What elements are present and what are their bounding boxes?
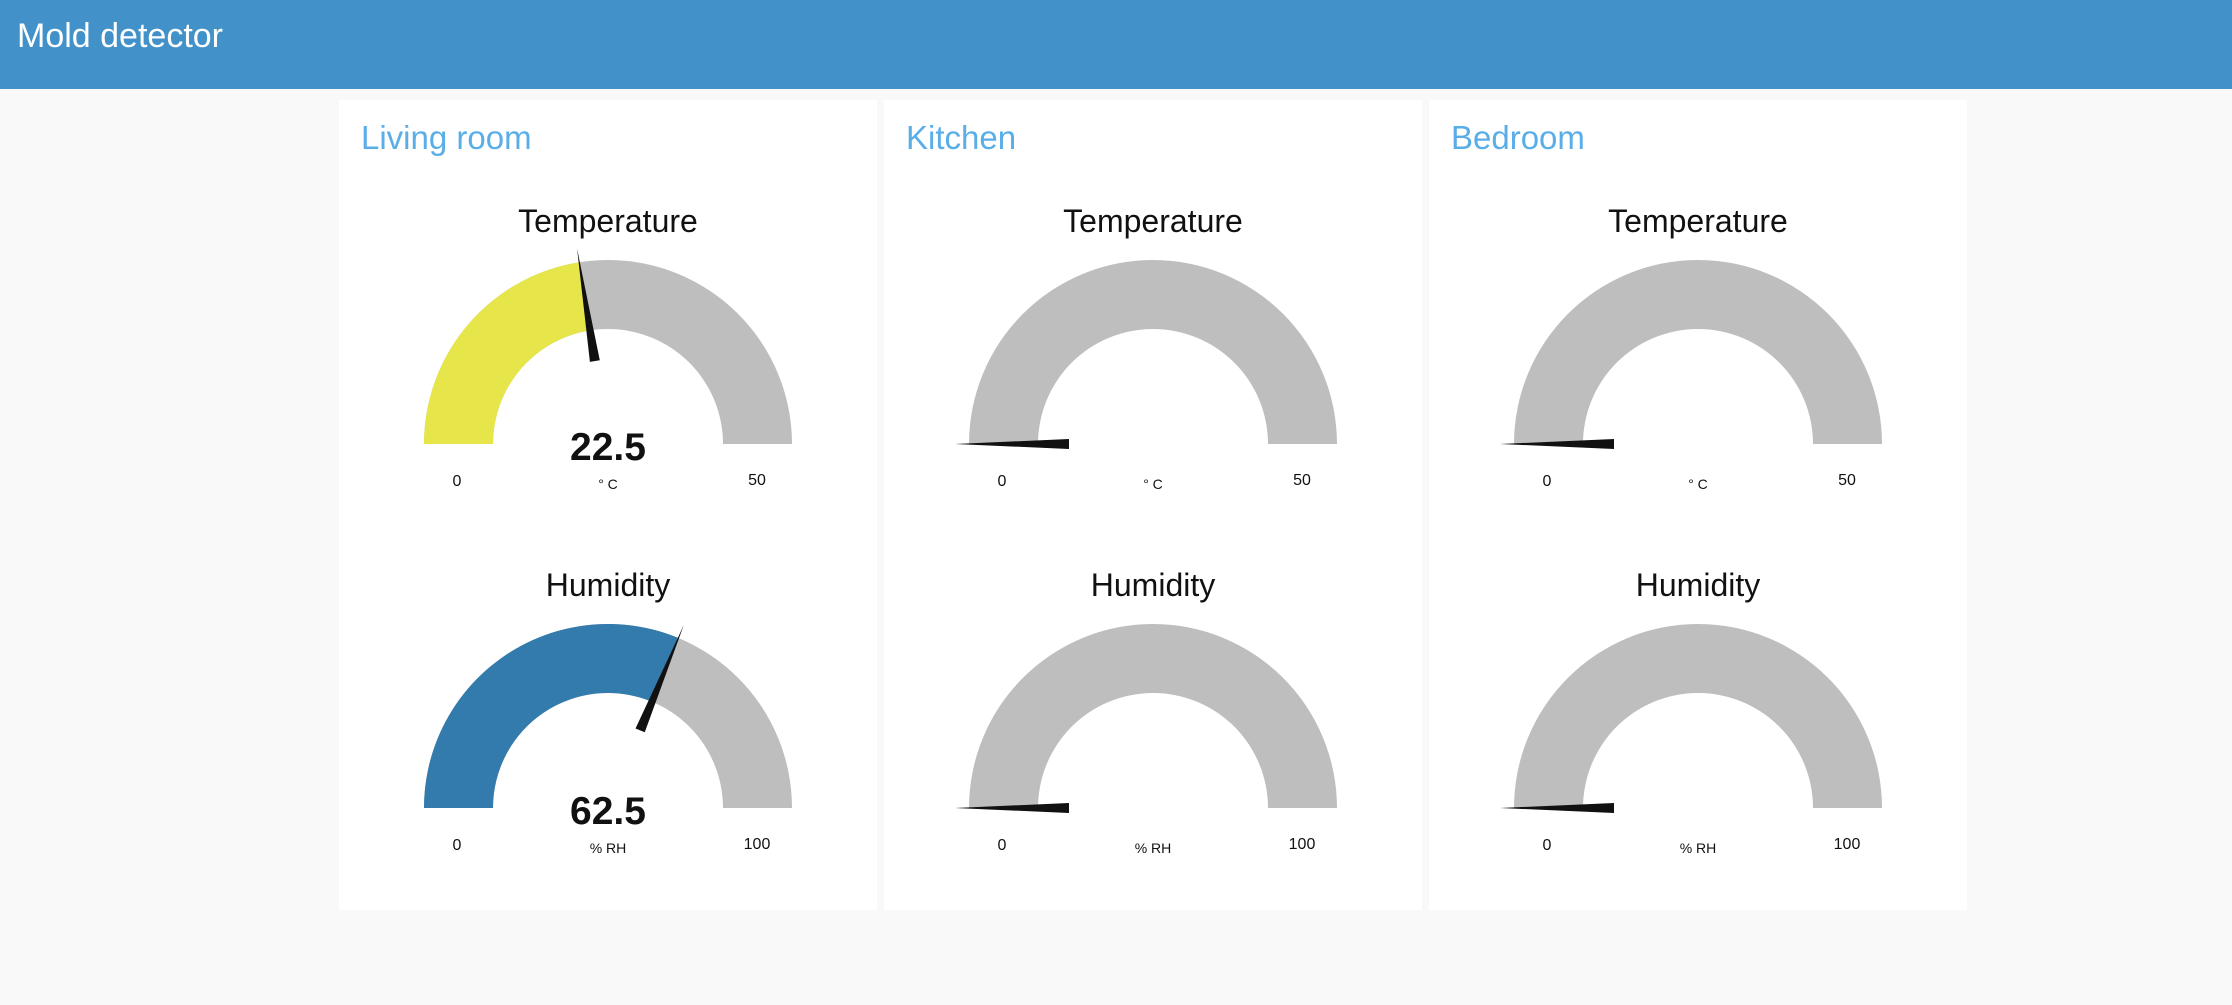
gauge-min-label: 0 <box>998 473 1007 490</box>
gauge-fill <box>424 262 591 444</box>
gauge-fill <box>424 624 679 808</box>
gauge-max-label: 50 <box>1838 472 1856 489</box>
app-title: Mold detector <box>17 17 223 55</box>
gauge-track <box>1514 260 1882 444</box>
room-card-bedroom: Bedroom Temperature 0 50 ° C Humidity 0 … <box>1429 100 1967 910</box>
humidity-gauge-title: Humidity <box>545 567 671 603</box>
room-title: Bedroom <box>1451 119 1585 156</box>
gauge-min-label: 0 <box>1543 837 1552 854</box>
temperature-gauge-title: Temperature <box>1063 203 1243 239</box>
room-card-kitchen: Kitchen Temperature 0 50 ° C Humidity 0 … <box>884 100 1422 910</box>
gauge-value: 22.5 <box>570 426 646 469</box>
gauge-units-label: % RH <box>1680 840 1717 856</box>
humidity-gauge-title: Humidity <box>1635 567 1761 603</box>
temperature-gauge-title: Temperature <box>1608 203 1788 239</box>
gauge-units-label: % RH <box>1135 840 1172 856</box>
header-bar: Mold detector <box>0 0 2232 89</box>
gauge-track <box>1514 624 1882 808</box>
gauge-min-label: 0 <box>453 473 462 490</box>
humidity-gauge: 62.5 0 100 % RH <box>424 624 792 856</box>
gauge-min-label: 0 <box>453 837 462 854</box>
gauge-max-label: 100 <box>744 836 771 853</box>
temperature-gauge: 22.5 0 50 ° C <box>424 248 792 492</box>
gauge-units-label: ° C <box>1688 476 1708 492</box>
gauge-track <box>969 624 1337 808</box>
gauge-value: 62.5 <box>570 790 646 833</box>
gauge-units-label: ° C <box>598 476 618 492</box>
gauge-min-label: 0 <box>998 837 1007 854</box>
temperature-gauge-title: Temperature <box>518 203 698 239</box>
humidity-gauge: 0 100 % RH <box>955 624 1337 856</box>
humidity-gauge: 0 100 % RH <box>1500 624 1882 856</box>
temperature-gauge: 0 50 ° C <box>955 260 1337 492</box>
gauge-max-label: 100 <box>1834 836 1861 853</box>
room-card-living-room: Living room Temperature 22.5 0 50 ° C Hu… <box>339 100 877 910</box>
temperature-gauge: 0 50 ° C <box>1500 260 1882 492</box>
gauge-min-label: 0 <box>1543 473 1552 490</box>
room-title: Kitchen <box>906 119 1017 156</box>
gauge-max-label: 50 <box>748 472 766 489</box>
gauge-max-label: 100 <box>1289 836 1316 853</box>
gauge-track <box>969 260 1337 444</box>
gauge-units-label: ° C <box>1143 476 1163 492</box>
room-title: Living room <box>361 119 532 156</box>
gauge-max-label: 50 <box>1293 472 1311 489</box>
humidity-gauge-title: Humidity <box>1090 567 1216 603</box>
gauge-units-label: % RH <box>590 840 627 856</box>
